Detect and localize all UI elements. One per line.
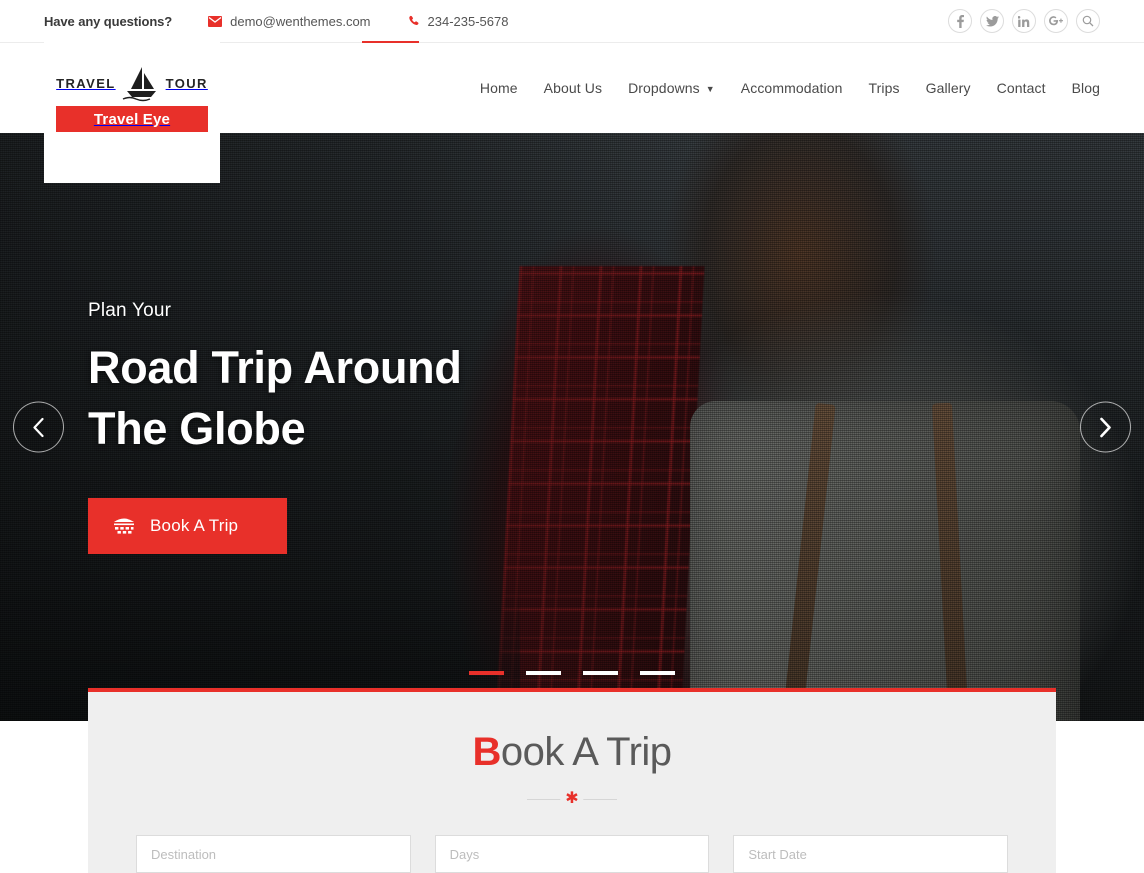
days-input[interactable]: Days — [434, 835, 710, 873]
social-links — [948, 9, 1100, 33]
logo-top-row: TRAVEL TOUR — [56, 64, 208, 102]
destination-placeholder: Destination — [151, 846, 217, 862]
linkedin-icon[interactable] — [1012, 9, 1036, 33]
topbar-phone[interactable]: 234-235-5678 — [407, 13, 509, 29]
nav-label: Contact — [996, 80, 1046, 96]
nav-item-accommodation[interactable]: Accommodation — [728, 81, 856, 95]
booking-fields: Destination Days Start Date — [136, 835, 1009, 873]
booking-title: Book A Trip — [136, 730, 1008, 775]
nav-label: About Us — [543, 80, 603, 96]
search-icon[interactable] — [1076, 9, 1100, 33]
chevron-left-icon — [32, 417, 45, 437]
hero-title: Road Trip Around The Globe — [88, 338, 462, 460]
book-a-trip-label: Book A Trip — [150, 515, 239, 535]
nav-item-about-us[interactable]: About Us — [531, 81, 615, 95]
nav-label: Gallery — [925, 80, 971, 96]
slider-next-button[interactable] — [1080, 401, 1131, 453]
asterisk-icon: ✱ — [560, 791, 584, 807]
hero-slider: Plan Your Road Trip Around The Globe Boo… — [0, 133, 1144, 721]
site-header: TRAVEL TOUR Travel Eye Home About Us Dro… — [0, 42, 1144, 183]
nav-item-trips[interactable]: Trips — [855, 81, 912, 95]
site-logo[interactable]: TRAVEL TOUR Travel Eye — [44, 42, 220, 183]
booking-divider: ✱ — [527, 791, 617, 807]
topbar-question: Have any questions? — [44, 13, 173, 29]
nav-label: Trips — [868, 80, 900, 96]
booking-title-rest: ook A Trip — [500, 730, 672, 774]
phone-icon — [407, 15, 420, 28]
sailboat-icon — [118, 64, 164, 102]
logo-brand-text: Travel Eye — [93, 110, 171, 128]
slider-dot-2[interactable] — [526, 671, 561, 675]
calendar-icon — [112, 516, 136, 535]
nav-item-gallery[interactable]: Gallery — [913, 81, 984, 95]
nav-item-blog[interactable]: Blog — [1059, 81, 1100, 95]
logo-left-word: TRAVEL — [56, 75, 116, 91]
slider-dot-1[interactable] — [469, 671, 504, 675]
topbar-email-text: demo@wenthemes.com — [230, 13, 371, 29]
start-date-input[interactable]: Start Date — [733, 835, 1009, 873]
slider-dot-4[interactable] — [640, 671, 675, 675]
nav-item-dropdowns[interactable]: Dropdowns ▼ — [615, 81, 728, 95]
destination-input[interactable]: Destination — [136, 835, 411, 873]
nav-label: Blog — [1071, 80, 1100, 96]
slider-prev-button[interactable] — [13, 401, 64, 453]
nav-label: Dropdowns — [628, 80, 700, 96]
chevron-down-icon: ▼ — [705, 83, 715, 94]
topbar-phone-text: 234-235-5678 — [427, 13, 509, 29]
twitter-icon[interactable] — [980, 9, 1004, 33]
nav-label: Home — [479, 80, 518, 96]
hero-content: Plan Your Road Trip Around The Globe Boo… — [88, 133, 462, 721]
booking-panel: Book A Trip ✱ Destination Days Start Dat… — [88, 688, 1056, 873]
logo-brand-bar: Travel Eye — [56, 106, 208, 132]
hero-title-line2: The Globe — [88, 403, 306, 454]
book-a-trip-button[interactable]: Book A Trip — [88, 497, 287, 554]
logo-right-word: TOUR — [165, 75, 208, 91]
slider-dot-3[interactable] — [583, 671, 618, 675]
hero-subtitle: Plan Your — [88, 300, 172, 322]
days-placeholder: Days — [449, 846, 480, 862]
nav-item-home[interactable]: Home — [467, 81, 531, 95]
topbar: Have any questions? demo@wenthemes.com 2… — [0, 0, 1144, 44]
nav-label: Accommodation — [740, 80, 843, 96]
hero-title-line1: Road Trip Around — [88, 342, 462, 394]
chevron-right-icon — [1099, 417, 1112, 437]
slider-pagination — [0, 671, 1144, 675]
facebook-icon[interactable] — [948, 9, 972, 33]
topbar-email[interactable]: demo@wenthemes.com — [208, 13, 371, 29]
main-navigation: Home About Us Dropdowns ▼ Accommodation … — [467, 81, 1100, 95]
booking-title-first-letter: B — [472, 730, 501, 774]
googleplus-icon[interactable] — [1044, 9, 1068, 33]
start-date-placeholder: Start Date — [748, 846, 807, 862]
nav-item-contact[interactable]: Contact — [984, 81, 1059, 95]
envelope-icon — [208, 15, 223, 27]
